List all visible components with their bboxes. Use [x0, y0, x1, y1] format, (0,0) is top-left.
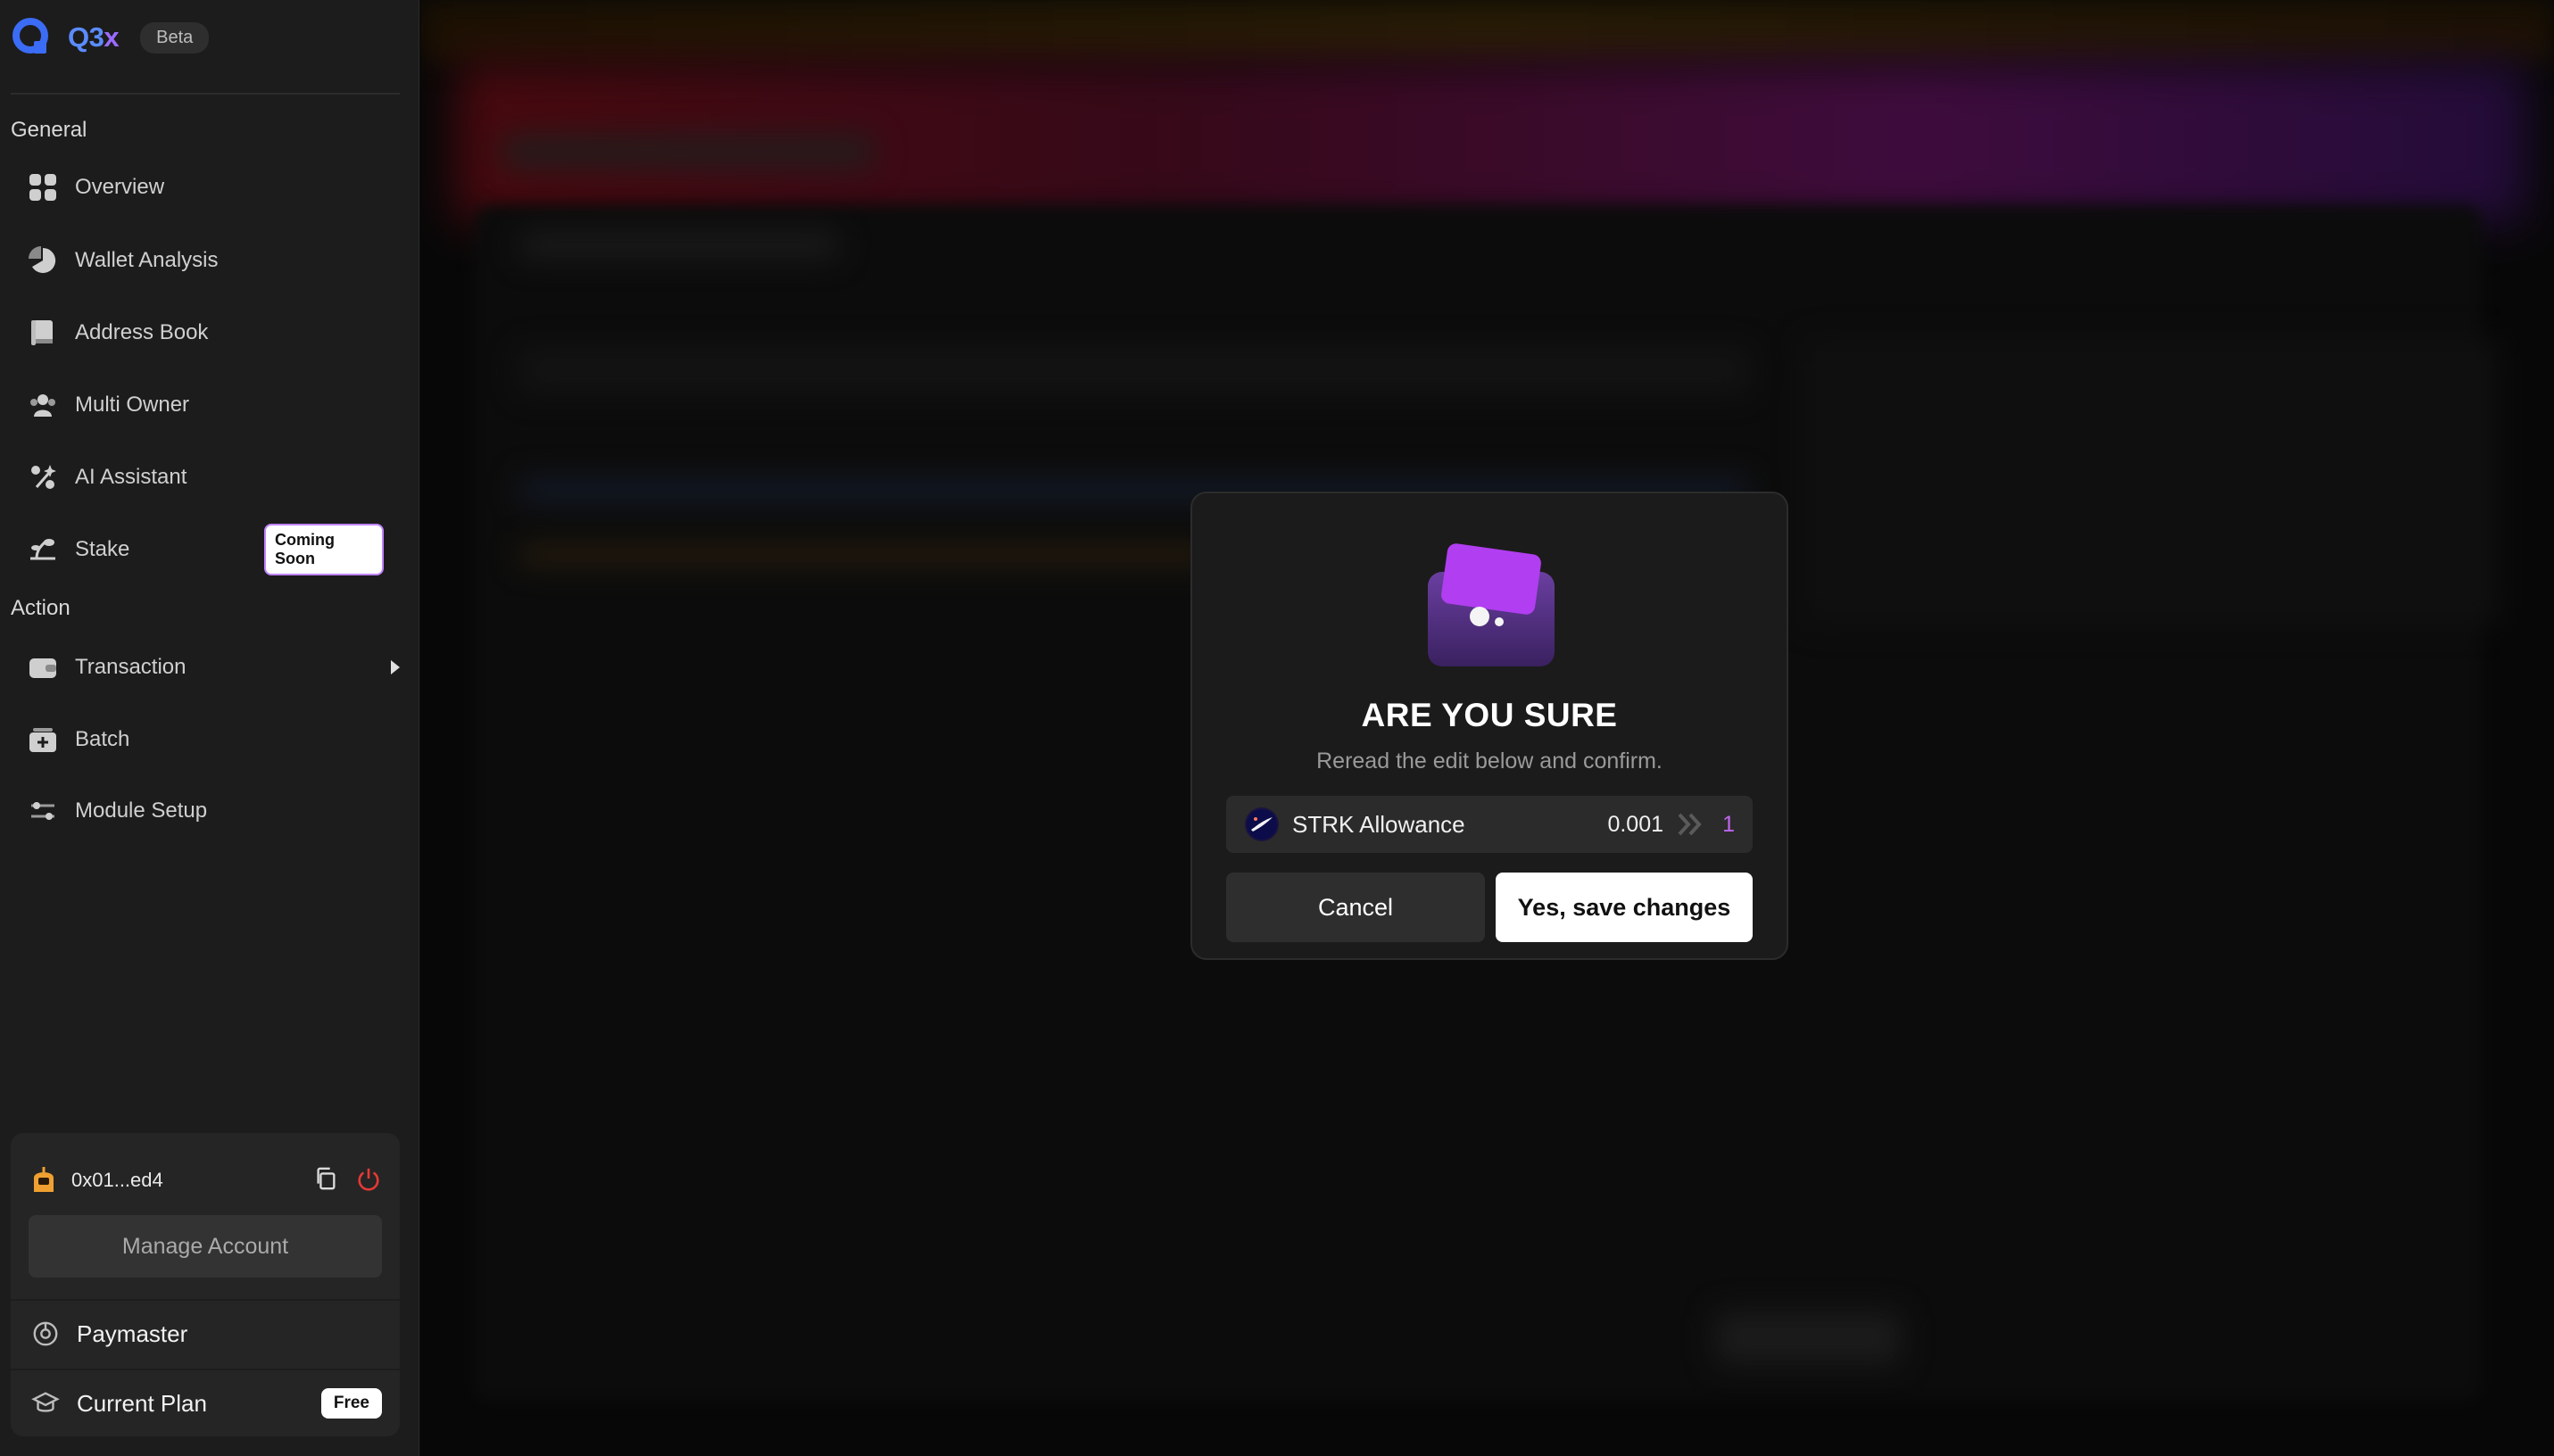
sidebar-item-label: Transaction	[75, 655, 187, 679]
sidebar-item-label: Overview	[75, 175, 165, 199]
sidebar-item-label: Stake	[75, 537, 130, 561]
account-address: 0x01...ed4	[71, 1169, 163, 1191]
paymaster-label: Paymaster	[77, 1320, 188, 1347]
strk-token-icon	[1245, 807, 1279, 841]
wallet-icon	[27, 651, 59, 683]
brand[interactable]: Q3x Beta	[11, 16, 210, 59]
modal-title: ARE YOU SURE	[1361, 697, 1618, 733]
sidebar-item-label: Address Book	[75, 320, 209, 344]
sidebar: Q3x Beta General Overview Wallet Analysi…	[0, 0, 419, 1456]
sidebar-item-ai-assistant[interactable]: AI Assistant	[27, 452, 384, 502]
old-value: 0.001	[1607, 811, 1663, 837]
edit-label: STRK Allowance	[1292, 810, 1465, 838]
modal-subtitle: Reread the edit below and confirm.	[1316, 749, 1663, 774]
plan-badge: Free	[320, 1388, 382, 1419]
sidebar-item-address-book[interactable]: Address Book	[27, 308, 384, 358]
sidebar-item-label: Module Setup	[75, 798, 208, 823]
current-plan-link[interactable]: Current Plan Free	[11, 1369, 400, 1436]
sidebar-divider	[11, 93, 400, 95]
sidebar-item-label: AI Assistant	[75, 465, 187, 489]
sidebar-item-stake[interactable]: Stake Coming Soon	[27, 524, 384, 575]
confirm-modal: ARE YOU SURE Reread the edit below and c…	[1190, 492, 1788, 960]
ai-sparkle-icon	[27, 461, 59, 493]
sidebar-item-wallet-analysis[interactable]: Wallet Analysis	[27, 236, 384, 285]
stake-icon	[27, 534, 59, 566]
avatar-icon	[34, 1167, 54, 1192]
coming-soon-badge: Coming Soon	[264, 524, 384, 575]
brand-name: Q3x	[68, 21, 120, 53]
sliders-icon	[27, 795, 59, 827]
beta-badge: Beta	[140, 21, 210, 54]
wallet-illustration-icon	[1428, 543, 1555, 666]
app-root: Q3x Beta General Overview Wallet Analysi…	[0, 0, 2554, 1456]
paymaster-icon	[30, 1319, 61, 1349]
cancel-button[interactable]: Cancel	[1226, 873, 1485, 942]
copy-icon[interactable]	[312, 1165, 339, 1192]
account-row: 0x01...ed4	[29, 1165, 163, 1195]
paymaster-link[interactable]: Paymaster	[11, 1299, 400, 1367]
sidebar-item-module-setup[interactable]: Module Setup	[27, 786, 384, 836]
new-value: 1	[1722, 811, 1735, 837]
section-action-label: Action	[11, 596, 70, 620]
account-card: 0x01...ed4 Manage Account Paymaster Curr…	[11, 1133, 400, 1436]
edit-summary-row: STRK Allowance 0.001 1	[1226, 796, 1753, 853]
save-changes-button[interactable]: Yes, save changes	[1496, 873, 1753, 942]
grid-icon	[27, 171, 59, 203]
account-actions	[312, 1165, 382, 1192]
plan-icon	[30, 1388, 61, 1419]
book-icon	[27, 317, 59, 349]
power-icon[interactable]	[355, 1165, 382, 1192]
manage-account-button[interactable]: Manage Account	[29, 1215, 382, 1278]
sidebar-item-label: Multi Owner	[75, 393, 190, 417]
users-icon	[27, 389, 59, 421]
q3x-logo-icon	[12, 18, 48, 54]
sidebar-item-overview[interactable]: Overview	[27, 162, 384, 212]
current-plan-label: Current Plan	[77, 1389, 207, 1417]
sidebar-item-multi-owner[interactable]: Multi Owner	[27, 380, 384, 430]
batch-icon	[27, 724, 59, 756]
section-general-label: General	[11, 118, 87, 142]
caret-right-icon	[391, 660, 400, 674]
pie-chart-icon	[27, 244, 59, 277]
sidebar-item-label: Wallet Analysis	[75, 248, 219, 272]
sidebar-item-transaction[interactable]: Transaction	[27, 642, 400, 692]
sidebar-item-batch[interactable]: Batch	[27, 715, 384, 765]
sidebar-item-label: Batch	[75, 727, 130, 751]
double-chevron-right-icon	[1678, 813, 1702, 836]
